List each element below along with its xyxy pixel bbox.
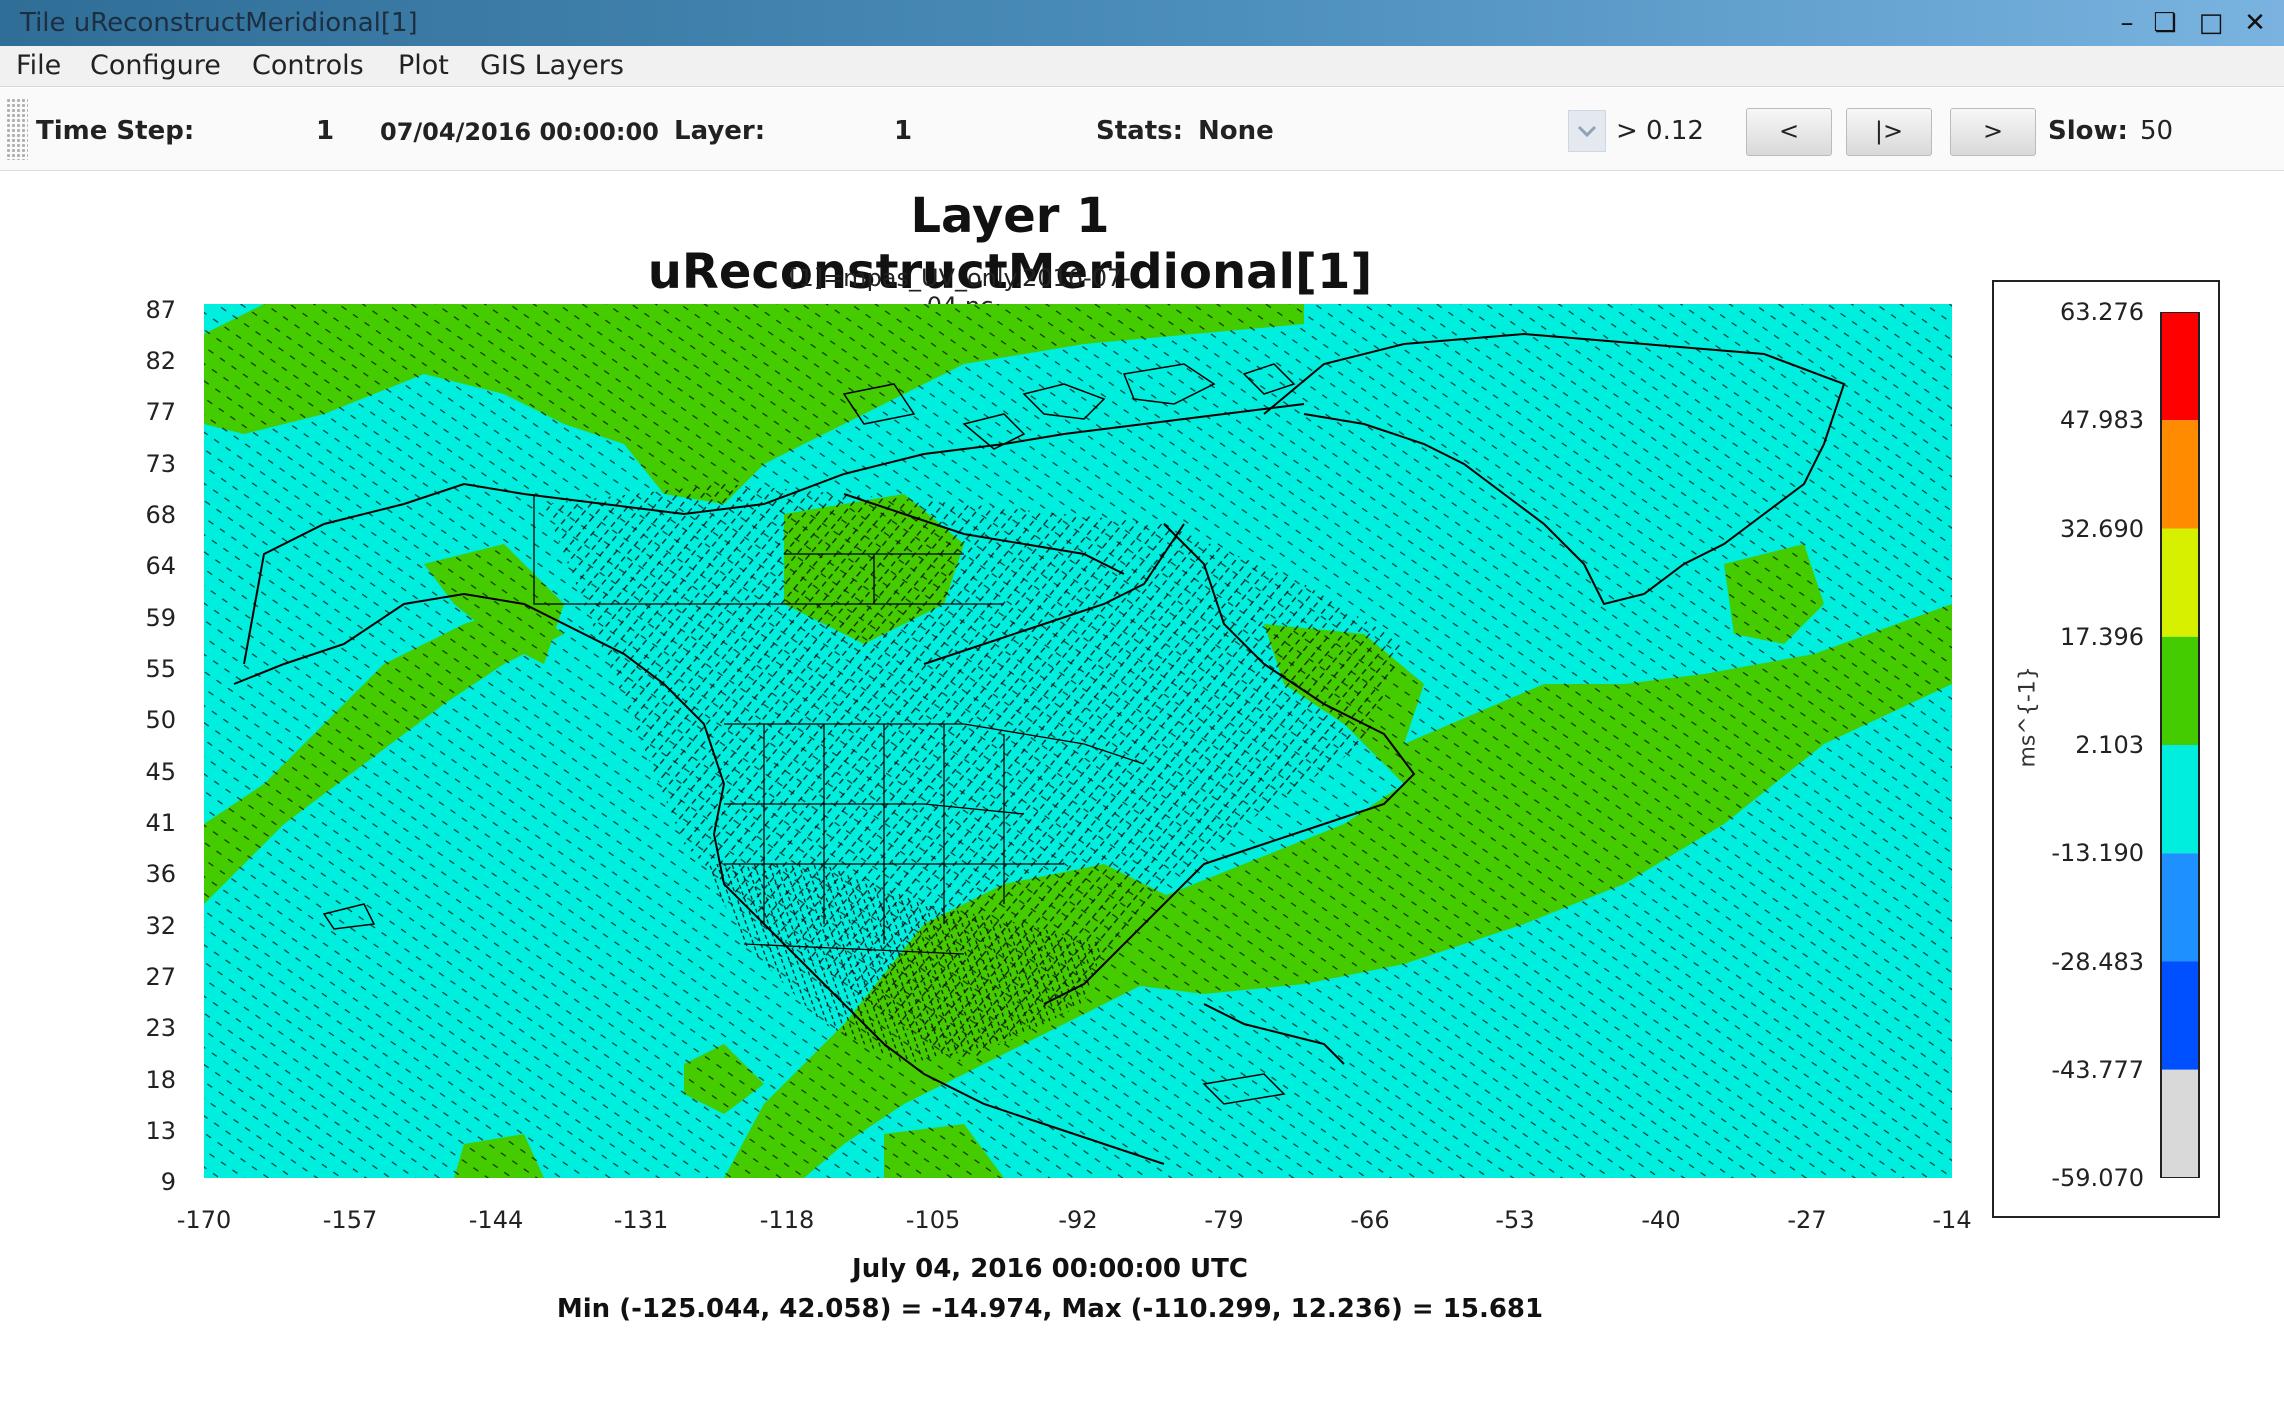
x-tick-label: -92 [1058,1206,1098,1234]
plot-footer-time: July 04, 2016 00:00:00 UTC [852,1254,1248,1284]
x-tick-label: -105 [905,1206,961,1234]
legend-value-label: -59.070 [2051,1164,2144,1192]
next-step-button[interactable]: > [1950,108,2036,156]
x-tick-label: -66 [1350,1206,1390,1234]
toolbar-grip[interactable] [6,98,28,160]
threshold-dropdown[interactable] [1568,110,1606,152]
x-tick-label: -27 [1787,1206,1827,1234]
previous-step-button[interactable]: < [1746,108,1832,156]
legend-color-swatch [2161,420,2199,529]
legend-color-swatch [2161,312,2199,421]
y-tick-label: 55 [145,655,176,683]
x-tick-label: -144 [468,1206,524,1234]
legend-value-label: 47.983 [2060,406,2144,435]
y-tick-label: 59 [145,604,176,632]
window-titlebar: Tile uReconstructMeridional[1] – ❏ □ ✕ [0,0,2284,46]
x-tick-label: -118 [759,1206,815,1234]
y-tick-label: 32 [145,912,176,940]
plot-footer-stats: Min (-125.044, 42.058) = -14.974, Max (-… [556,1294,1544,1324]
y-tick-label: 68 [145,501,176,529]
legend-value-label: 32.690 [2060,514,2144,543]
stats-value[interactable]: None [1198,116,1274,146]
legend-color-bar [2160,312,2200,1178]
legend-color-swatch [2161,1069,2199,1178]
y-tick-label: 27 [145,963,176,991]
layer-value[interactable]: 1 [894,116,912,146]
y-tick-label: 82 [145,347,176,375]
x-tick-label: -131 [613,1206,669,1234]
detach-icon[interactable]: ❏ [2148,6,2182,40]
y-tick-label: 41 [145,809,176,837]
menu-configure[interactable]: Configure [90,50,221,81]
legend-value-label: 17.396 [2060,622,2144,651]
menu-controls[interactable]: Controls [252,50,364,81]
legend-value-label: -28.483 [2051,947,2144,976]
y-tick-label: 9 [160,1168,176,1196]
legend-value-label: 2.103 [2075,731,2144,759]
legend-color-swatch [2161,636,2199,745]
maximize-icon[interactable]: □ [2194,6,2228,40]
y-tick-label: 77 [145,398,176,426]
y-tick-label: 50 [145,706,176,734]
y-tick-label: 36 [145,860,176,888]
legend-color-swatch [2161,853,2199,962]
layer-label: Layer: [674,116,766,146]
y-tick-label: 64 [145,552,176,580]
slow-value[interactable]: 50 [2140,116,2173,146]
legend-value-label: -13.190 [2051,839,2144,868]
close-icon[interactable]: ✕ [2238,6,2272,40]
time-step-label: Time Step: [36,116,195,146]
slow-label: Slow: [2048,116,2128,146]
x-tick-label: -40 [1641,1206,1681,1234]
toolbar: Time Step: 1 07/04/2016 00:00:00 Layer: … [0,88,2284,171]
menu-gis-layers[interactable]: GIS Layers [480,50,624,81]
legend-color-swatch [2161,528,2199,637]
window-title: Tile uReconstructMeridional[1] [20,8,418,38]
y-tick-label: 18 [145,1066,176,1094]
menu-plot[interactable]: Plot [398,50,449,81]
menu-file[interactable]: File [16,50,61,81]
stats-label: Stats: [1096,116,1184,146]
datetime-value: 07/04/2016 00:00:00 [380,118,659,146]
threshold-value: > 0.12 [1616,116,1704,146]
legend-value-label: 63.276 [2060,298,2144,326]
legend-color-swatch [2161,961,2199,1070]
map-plot-area[interactable] [204,304,1952,1178]
legend-color-swatch [2161,745,2199,854]
x-tick-label: -53 [1495,1206,1535,1234]
x-tick-label: -14 [1932,1206,1972,1234]
y-tick-label: 73 [145,450,176,478]
time-step-value[interactable]: 1 [316,116,334,146]
x-tick-label: -79 [1204,1206,1244,1234]
legend-value-label: -43.777 [2051,1055,2144,1084]
menu-bar: File Configure Controls Plot GIS Layers [0,46,2284,87]
minimize-icon[interactable]: – [2110,6,2144,40]
y-tick-label: 23 [145,1014,176,1042]
y-tick-label: 87 [145,296,176,324]
x-tick-label: -170 [176,1206,232,1234]
y-tick-label: 13 [145,1117,176,1145]
x-tick-label: -157 [322,1206,378,1234]
chevron-down-icon [1577,125,1597,138]
play-button[interactable]: |> [1846,108,1932,156]
y-tick-label: 45 [145,758,176,786]
